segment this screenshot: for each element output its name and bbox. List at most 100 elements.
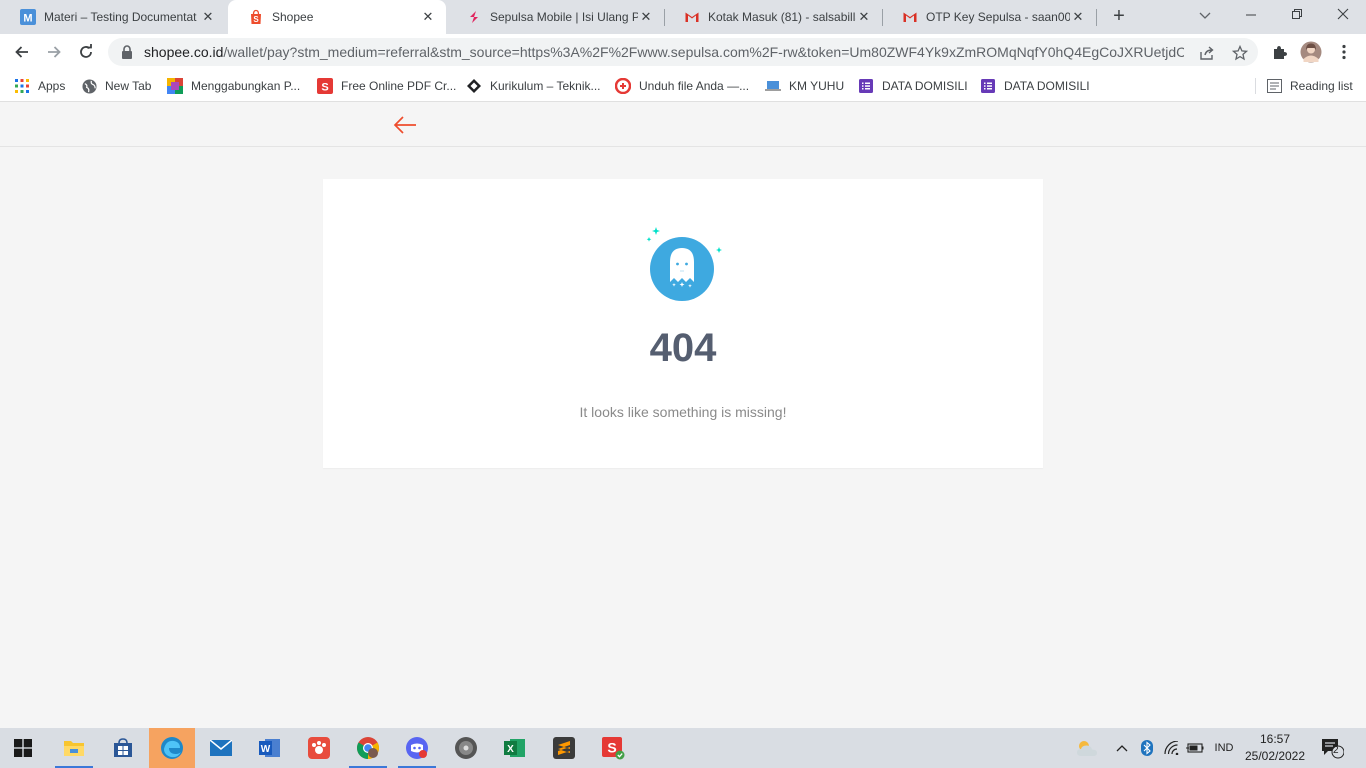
clock-time: 16:57 [1259,732,1291,746]
close-icon [1337,8,1349,20]
url-path: /wallet/pay?stm_medium=referral&stm_sour… [223,44,1184,60]
reload-button[interactable] [74,40,98,64]
forms-icon [858,78,874,94]
restore-icon [1292,9,1302,19]
tab-gmail-otp[interactable]: OTP Key Sepulsa - saan0073 ✕ [882,0,1096,34]
restore-button[interactable] [1274,0,1320,30]
taskbar-edge[interactable] [149,728,195,768]
weather-button[interactable] [1070,728,1104,768]
forms-icon [980,78,996,94]
reading-list-label: Reading list [1290,79,1353,93]
url-host: shopee.co.id [144,44,224,60]
close-icon[interactable]: ✕ [638,9,654,25]
bookmark-kurikulum[interactable]: Kurikulum – Teknik... [466,76,601,96]
reading-list-button[interactable]: Reading list [1266,76,1353,96]
bookmark-km-yuhu[interactable]: KM YUHU [765,76,844,96]
tab-shopee[interactable]: S Shopee ✕ [228,0,446,34]
share-icon[interactable] [1198,44,1216,62]
battery-icon[interactable] [1184,728,1206,768]
windows-logo-icon [14,739,32,757]
bookmark-unduh-file[interactable]: Unduh file Anda —... [615,76,749,96]
bookmark-label: DATA DOMISILI [1004,79,1090,93]
close-icon[interactable]: ✕ [200,9,216,25]
bluetooth-icon[interactable] [1138,728,1156,768]
laptop-icon [765,78,781,94]
lock-icon[interactable] [120,45,134,59]
gmail-icon [684,9,700,25]
word-icon: W [259,739,280,757]
close-icon[interactable]: ✕ [420,9,436,25]
address-bar[interactable]: shopee.co.id/wallet/pay?stm_medium=refer… [108,38,1258,66]
bookmark-data-domisili-2[interactable]: DATA DOMISILI [980,76,1090,96]
bookmark-label: New Tab [105,79,152,93]
star-icon[interactable] [1231,44,1249,62]
browser-toolbar: shopee.co.id/wallet/pay?stm_medium=refer… [0,34,1366,70]
disc-icon [455,737,477,759]
close-icon[interactable]: ✕ [1070,9,1086,25]
bookmark-label: KM YUHU [789,79,845,93]
forward-button[interactable] [42,40,66,64]
taskbar-paw-app[interactable] [296,728,342,768]
folder-icon [64,741,84,756]
tab-title: Sepulsa Mobile | Isi Ulang Pu [490,10,638,24]
minimize-icon [1246,14,1256,16]
bookmark-apps[interactable]: Apps [14,76,65,96]
bookmark-label: Unduh file Anda —... [639,79,750,93]
discord-icon [406,737,428,759]
notification-center-button[interactable]: 2 [1316,728,1348,768]
colorful-grid-icon [167,78,183,94]
bookmark-free-pdf[interactable]: S Free Online PDF Cr... [317,76,456,96]
minimize-button[interactable] [1228,0,1274,30]
extensions-button[interactable] [1267,40,1291,64]
clock[interactable]: 16:57 25/02/2022 [1240,731,1310,765]
bookmark-label: Menggabungkan P... [191,79,301,93]
svg-text:X: X [507,744,514,755]
sepulsa-icon [466,9,482,25]
reload-icon [80,44,92,58]
svg-text:S: S [321,82,328,94]
menu-button[interactable] [1332,40,1356,64]
taskbar-disc-app[interactable] [443,728,489,768]
url-text[interactable]: shopee.co.id/wallet/pay?stm_medium=refer… [144,44,1184,60]
back-arrow-icon[interactable] [392,114,418,136]
kebab-menu-icon [1342,44,1346,60]
back-button[interactable] [10,40,34,64]
tab-strip: M Materi – Testing Documentat ✕ S Shopee… [0,0,1366,34]
tab-sepulsa[interactable]: Sepulsa Mobile | Isi Ulang Pu ✕ [446,0,664,34]
notification-icon [1322,739,1344,759]
close-icon[interactable]: ✕ [856,9,872,25]
window-close-button[interactable] [1320,0,1366,30]
wifi-icon[interactable] [1162,728,1182,768]
show-hidden-icons-button[interactable] [1112,728,1132,768]
reading-list-icon [1266,78,1282,94]
new-tab-button[interactable]: + [1108,5,1130,27]
tab-gmail-inbox[interactable]: Kotak Masuk (81) - salsabilla ✕ [664,0,882,34]
tab-title: OTP Key Sepulsa - saan0073 [926,10,1070,24]
taskbar-excel[interactable]: X [492,728,538,768]
start-button[interactable] [0,728,46,768]
taskbar-file-explorer[interactable] [51,728,97,768]
taskbar-discord[interactable] [394,728,440,768]
tab-search-button[interactable] [1182,0,1228,30]
arrow-right-icon [48,46,61,58]
tab-materi[interactable]: M Materi – Testing Documentat ✕ [0,0,226,34]
globe-icon [81,78,97,94]
page-header [0,102,1366,147]
s-red-icon: S [602,737,625,760]
taskbar-store[interactable] [100,728,146,768]
taskbar-word[interactable]: W [247,728,293,768]
taskbar-s-app[interactable]: S [590,728,636,768]
puzzle-icon [1274,46,1287,59]
chrome-icon [357,737,379,759]
bookmark-new-tab[interactable]: New Tab [81,76,151,96]
profile-avatar[interactable] [1299,40,1323,64]
bookmark-data-domisili-1[interactable]: DATA DOMISILI [858,76,968,96]
error-card [323,179,1043,468]
tab-title: Kotak Masuk (81) - salsabilla [708,10,856,24]
m-blue-icon: M [20,9,36,25]
taskbar-chrome[interactable] [345,728,391,768]
taskbar-mail[interactable] [198,728,244,768]
bookmark-menggabungkan[interactable]: Menggabungkan P... [167,76,300,96]
language-indicator[interactable]: IND [1208,728,1240,768]
taskbar-sublime[interactable] [541,728,587,768]
